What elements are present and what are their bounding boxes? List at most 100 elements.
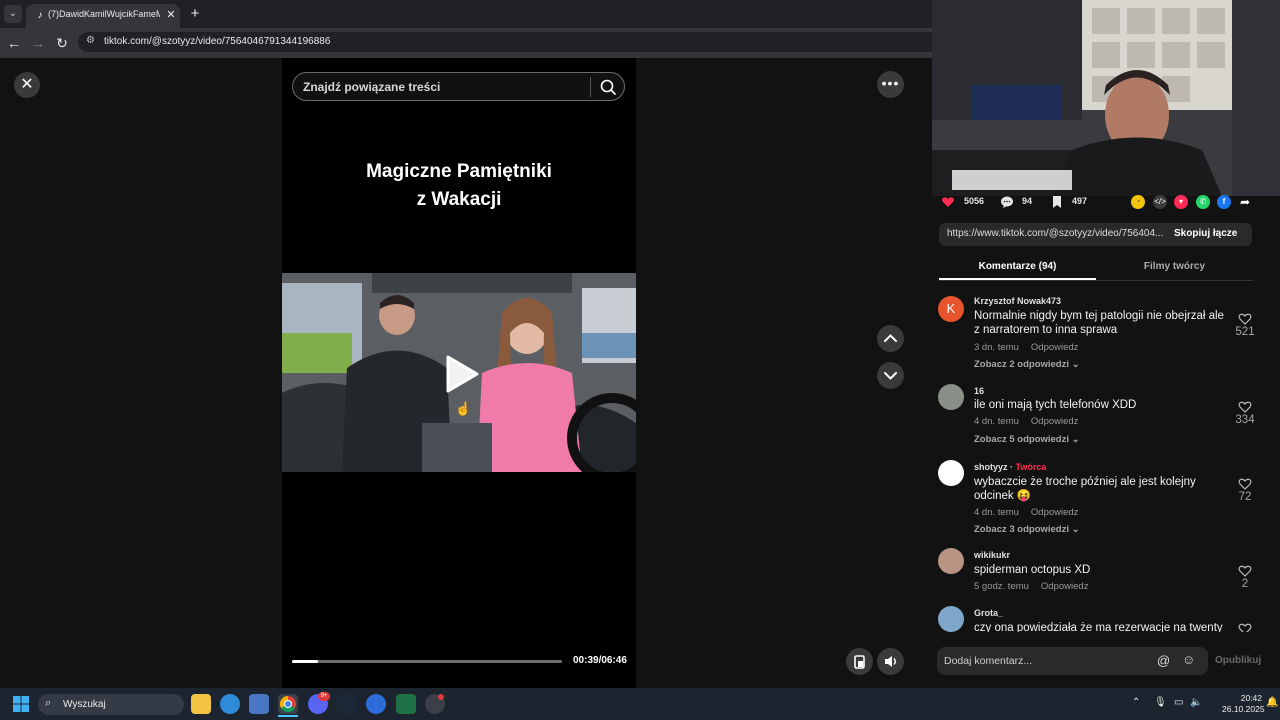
back-arrow-icon[interactable]: ← [5,34,23,52]
comment-text: czy ona powiedziała że ma rezerwacje na … [974,622,1223,632]
comment-like-count: 72 [1238,491,1252,503]
save-count: 497 [1072,196,1088,206]
view-replies-button[interactable]: Zobacz 2 odpowiedzi ⌄ [974,359,1080,370]
microphone-icon[interactable]: 🎙 [1154,697,1167,708]
search-placeholder: Znajdź powiązane treści [303,80,441,94]
whatsapp-icon[interactable]: ✆ [1196,195,1210,209]
emoji-icon[interactable]: ☺ [1182,652,1195,667]
comment-like-count: 334 [1235,414,1255,426]
heart-outline-icon[interactable] [1238,477,1252,491]
reply-button[interactable]: Odpowiedz [1031,416,1079,427]
site-info-icon[interactable]: ⚙ [86,35,95,46]
avatar[interactable] [938,548,964,574]
chevron-down-icon: ⌄ [1071,359,1080,370]
steam-icon[interactable] [337,694,357,714]
taskbar-clock[interactable]: 20:42 26.10.2025 [1222,693,1265,715]
copy-link-button[interactable]: Skopiuj łącze [1174,228,1237,239]
comment-input[interactable]: Dodaj komentarz... @ ☺ [937,647,1208,675]
avatar[interactable] [938,384,964,410]
browser-tab[interactable]: ♪ (7)DawidKamilWujcikFameMma ✕ [26,4,180,28]
video-overlay-title: Magiczne Pamiętniki z Wakacji [282,158,636,214]
video-title-line-2: z Wakacji [416,189,502,210]
tab-comments[interactable]: Komentarze (94) [939,256,1096,280]
chevron-up-icon[interactable]: ⌃ [1132,697,1140,708]
facebook-icon[interactable]: f [1217,195,1231,209]
comment-username[interactable]: shotyyz · Twórca [974,462,1046,472]
share-link-url[interactable]: https://www.tiktok.com/@szotyyz/video/75… [947,228,1169,239]
mention-icon[interactable]: @ [1157,653,1170,668]
avatar[interactable] [938,606,964,632]
heart-outline-icon[interactable] [1238,400,1252,414]
battlenet-icon[interactable] [366,694,386,714]
windows-start-icon[interactable] [13,696,29,712]
related-search-input[interactable]: Znajdź powiązane treści [292,72,625,101]
store-icon[interactable] [249,694,269,714]
new-tab-button[interactable]: + [186,5,204,23]
video-progress-bar[interactable] [292,660,562,663]
comment-time: 4 dn. temu [974,416,1019,427]
reload-icon[interactable]: ↻ [53,34,71,52]
tab-search-chevron-icon[interactable]: ⌄ [4,5,22,23]
edge-icon[interactable] [220,694,240,714]
comment-meta: 4 dn. temu Odpowiedz [974,507,1078,518]
send-to-friends-icon[interactable]: ▾ [1174,195,1188,209]
chevron-down-icon: ⌄ [1071,434,1080,445]
comment-text: wybaczcie że troche później ale jest kol… [974,476,1196,502]
more-options-icon[interactable]: ••• [877,71,904,98]
comment-username[interactable]: wikikukr [974,550,1010,560]
chrome-icon[interactable] [278,694,298,714]
active-app-indicator [278,715,298,717]
reply-button[interactable]: Odpowiedz [1041,581,1089,592]
excel-icon[interactable] [396,694,416,714]
save-button[interactable] [1050,195,1064,209]
view-replies-label: Zobacz 5 odpowiedzi [974,434,1070,445]
tabs-divider [939,280,1253,281]
view-replies-button[interactable]: Zobacz 5 odpowiedzi ⌄ [974,434,1080,445]
volume-button[interactable] [877,648,904,675]
heart-outline-icon[interactable] [1238,622,1252,632]
embed-code-icon[interactable]: </> [1153,195,1167,209]
reply-button[interactable]: Odpowiedz [1031,342,1079,353]
repost-icon[interactable]: ◔ [1131,195,1145,209]
next-video-button[interactable] [877,362,904,389]
share-arrow-icon[interactable]: ➦ [1238,195,1252,209]
file-explorer-icon[interactable] [191,694,211,714]
comment-text: Normalnie nigdy bym tej patologii nie ob… [974,310,1224,336]
like-button[interactable] [941,195,955,209]
comment-text: spiderman octopus XD [974,564,1091,576]
comment-time: 4 dn. temu [974,507,1019,518]
play-icon[interactable] [444,354,480,394]
network-icon[interactable]: ▭ [1174,697,1183,708]
comment-item: shotyyz · Twórca wybaczcie że troche póź… [918,460,1280,540]
avatar[interactable]: K [938,296,964,322]
floating-player-button[interactable] [846,648,873,675]
heart-filled-icon [942,197,954,207]
search-icon[interactable] [596,75,620,99]
notification-badge: 9+ [318,692,330,701]
heart-outline-icon[interactable] [1238,564,1252,578]
speaker-icon[interactable]: 🔈 [1190,697,1202,708]
previous-video-button[interactable] [877,325,904,352]
forward-arrow-icon[interactable]: → [29,34,47,52]
creator-badge: Twórca [1015,462,1047,472]
taskbar-search-input[interactable]: ⌕ Wyszukaj [38,694,184,715]
publish-button[interactable]: Opublikuj [1215,655,1261,666]
heart-outline-icon[interactable] [1238,312,1252,326]
notifications-bell-icon[interactable]: 🔔 [1266,697,1278,708]
comment-username[interactable]: Krzysztof Nowak473 [974,296,1061,306]
avatar[interactable] [938,460,964,486]
comment-item: 16 ile oni mają tych telefonów XDD 4 dn.… [918,384,1280,454]
url-text: tiktok.com/@szotyyz/video/75640467913441… [104,36,331,47]
view-replies-button[interactable]: Zobacz 3 odpowiedzi ⌄ [974,524,1080,535]
comment-button[interactable] [1000,195,1014,209]
tab-creator-videos[interactable]: Filmy twórcy [1096,256,1253,280]
comment-username[interactable]: Grota_ [974,608,1003,618]
comment-item: K Krzysztof Nowak473 Normalnie nigdy bym… [918,296,1280,376]
tiktok-favicon-icon: ♪ [37,10,43,21]
comment-username[interactable]: 16 [974,386,984,396]
address-bar[interactable]: ⚙ tiktok.com/@szotyyz/video/756404679134… [78,32,932,52]
tab-close-icon[interactable]: ✕ [164,8,178,22]
reply-button[interactable]: Odpowiedz [1031,507,1079,518]
video-timecode: 00:39/06:46 [573,655,627,666]
close-icon[interactable]: ✕ [14,72,40,98]
